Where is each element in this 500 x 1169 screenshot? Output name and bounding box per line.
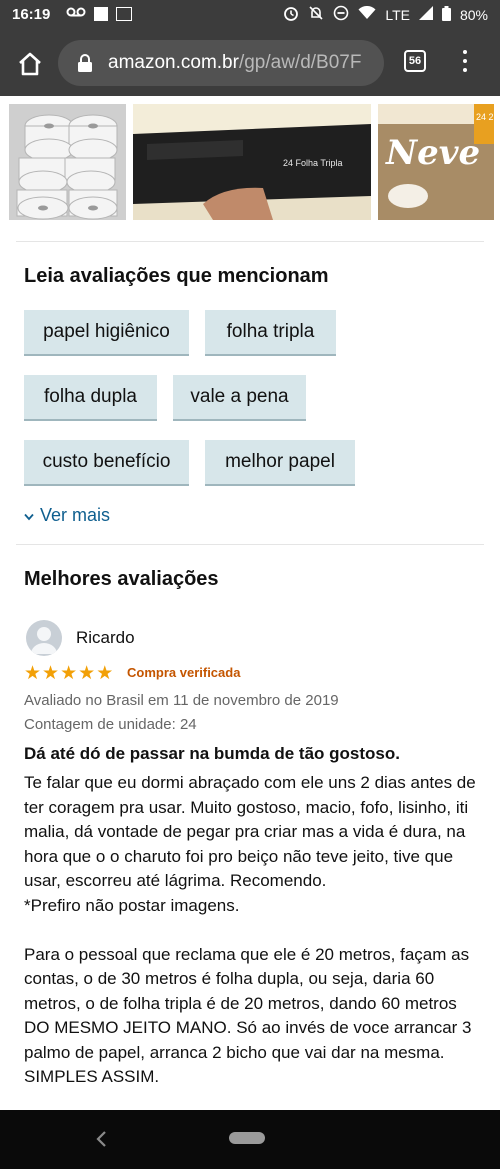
mention-chip-papel-higienico[interactable]: papel higiênico	[24, 310, 189, 356]
review-paragraph: Te falar que eu dormi abraçado com ele u…	[24, 773, 476, 890]
review-unit-count: Contagem de unidade: 24	[24, 716, 197, 733]
toilet-paper-package-photo: 24 Folha Tripla	[133, 104, 371, 220]
mention-chip-folha-tripla[interactable]: folha tripla	[205, 310, 336, 356]
star-icon: ★	[96, 663, 114, 684]
network-type: LTE	[385, 6, 410, 23]
home-icon[interactable]	[16, 50, 44, 78]
review-body: Te falar que eu dormi abraçado com ele u…	[24, 771, 480, 1090]
home-pill-button[interactable]	[229, 1132, 265, 1144]
mention-chip-melhor-papel[interactable]: melhor papel	[205, 440, 355, 486]
url-text: amazon.com.br/gp/aw/d/B07F	[108, 52, 361, 74]
tab-switcher-button[interactable]: 56	[404, 50, 426, 72]
review-paragraph: *Prefiro não postar imagens.	[24, 895, 240, 915]
star-icon: ★	[42, 663, 60, 684]
dnd-icon	[333, 5, 349, 24]
status-time: 16:19	[12, 6, 51, 23]
battery-level: 80%	[459, 6, 488, 23]
star-icon: ★	[24, 663, 42, 684]
see-more-label: Ver mais	[40, 505, 111, 525]
verified-purchase-badge: Compra verificada	[127, 665, 241, 680]
mention-chip-custo-beneficio[interactable]: custo benefício	[24, 440, 189, 486]
package-text: 24 Folha Tripla	[283, 158, 343, 168]
section-divider	[16, 544, 484, 545]
status-left-icons	[66, 5, 132, 22]
mentions-title: Leia avaliações que mencionam	[24, 265, 329, 287]
alarm-icon	[283, 5, 299, 24]
battery-icon	[441, 5, 451, 24]
mention-chip-folha-dupla[interactable]: folha dupla	[24, 375, 157, 421]
url-path: /gp/aw/d/B07F	[238, 52, 362, 73]
customer-photo-2[interactable]: 24 Folha Tripla	[133, 104, 371, 220]
more-options-icon[interactable]	[460, 50, 470, 76]
section-divider	[16, 241, 484, 242]
see-more-link[interactable]: Ver mais	[24, 505, 110, 526]
customer-photo-3[interactable]: Neve 24 21	[378, 104, 494, 220]
wifi-icon	[358, 5, 376, 23]
neve-package-photo: Neve 24 21	[378, 104, 494, 220]
chevron-down-icon	[24, 505, 34, 526]
voicemail-icon	[66, 5, 86, 22]
status-right-icons: LTE 80%	[283, 5, 488, 24]
star-icon: ★	[60, 663, 78, 684]
image-icon	[116, 6, 132, 21]
browser-toolbar: amazon.com.br/gp/aw/d/B07F 56	[0, 30, 500, 96]
url-domain: amazon.com.br	[108, 52, 239, 73]
neve-badge-text: 24 21	[476, 112, 494, 122]
neve-brand-text: Neve	[385, 133, 480, 173]
review-spacer	[24, 918, 480, 943]
user-avatar-icon	[31, 627, 57, 654]
url-bar[interactable]: amazon.com.br/gp/aw/d/B07F	[58, 40, 384, 86]
signal-icon	[418, 6, 433, 23]
review-paragraph: Para o pessoal que reclama que ele é 20 …	[24, 944, 472, 1087]
reviews-title: Melhores avaliações	[24, 568, 219, 590]
review-headline: Dá até dó de passar na bumda de tão gost…	[24, 744, 400, 763]
lock-icon	[78, 54, 92, 72]
status-bar: 16:19 LTE 80%	[0, 0, 500, 30]
system-nav-bar	[0, 1110, 500, 1169]
star-icon: ★	[78, 663, 96, 684]
star-rating: ★ ★ ★ ★ ★	[24, 662, 113, 685]
toilet-paper-rolls-photo	[9, 104, 126, 220]
back-icon[interactable]	[95, 1128, 107, 1154]
reviewer-name[interactable]: Ricardo	[76, 628, 135, 648]
mute-icon	[308, 5, 324, 24]
mention-chip-vale-a-pena[interactable]: vale a pena	[173, 375, 306, 421]
customer-photos-strip: 24 Folha Tripla Neve 24 21	[0, 96, 500, 224]
avatar	[26, 620, 62, 656]
square-icon	[94, 6, 108, 21]
customer-photo-1[interactable]	[9, 104, 126, 220]
review-date: Avaliado no Brasil em 11 de novembro de …	[24, 692, 339, 709]
